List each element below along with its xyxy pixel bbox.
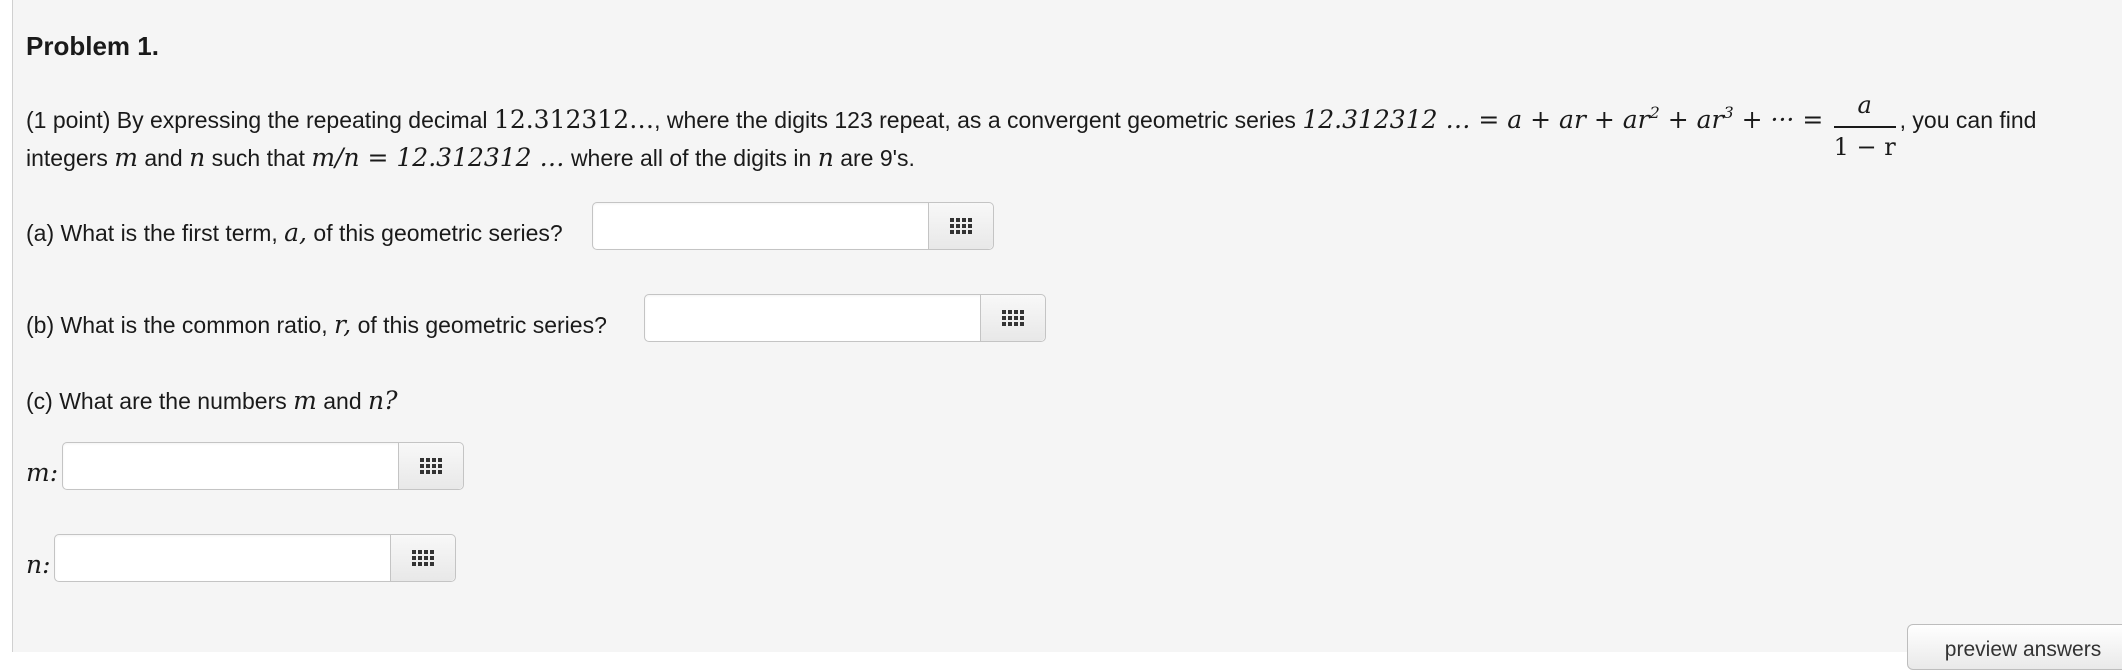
answer-n-input[interactable] <box>55 535 390 581</box>
grid-keypad-icon <box>420 458 442 474</box>
series-expression: 12.312312 … = a + ar + ar2 + ar3 + ··· = <box>1302 103 1824 135</box>
answer-a-keypad-button[interactable] <box>928 203 993 249</box>
problem-statement-line2: integers m and n such that m/n = 12.3123… <box>26 143 915 172</box>
fraction-a-over-1-minus-r: a1 − r <box>1833 91 1896 161</box>
answer-b-input[interactable] <box>645 295 980 341</box>
m-label: m: <box>26 458 59 487</box>
answer-n-field <box>54 534 456 582</box>
problem-title: Problem 1. <box>26 31 159 61</box>
preview-answers-button[interactable]: preview answers <box>1907 624 2122 670</box>
answer-m-field <box>62 442 464 490</box>
part-a-label: (a) What is the first term, a, of this g… <box>26 218 563 247</box>
grid-keypad-icon <box>950 218 972 234</box>
answer-a-input[interactable] <box>593 203 928 249</box>
answer-n-keypad-button[interactable] <box>390 535 455 581</box>
grid-keypad-icon <box>412 550 434 566</box>
answer-m-keypad-button[interactable] <box>398 443 463 489</box>
answer-a-field <box>592 202 994 250</box>
answer-b-keypad-button[interactable] <box>980 295 1045 341</box>
answer-m-input[interactable] <box>63 443 398 489</box>
n-label: n: <box>26 550 51 579</box>
part-b-label: (b) What is the common ratio, r, of this… <box>26 310 607 339</box>
part-c-label: (c) What are the numbers m and n? <box>26 386 398 415</box>
answer-b-field <box>644 294 1046 342</box>
grid-keypad-icon <box>1002 310 1024 326</box>
